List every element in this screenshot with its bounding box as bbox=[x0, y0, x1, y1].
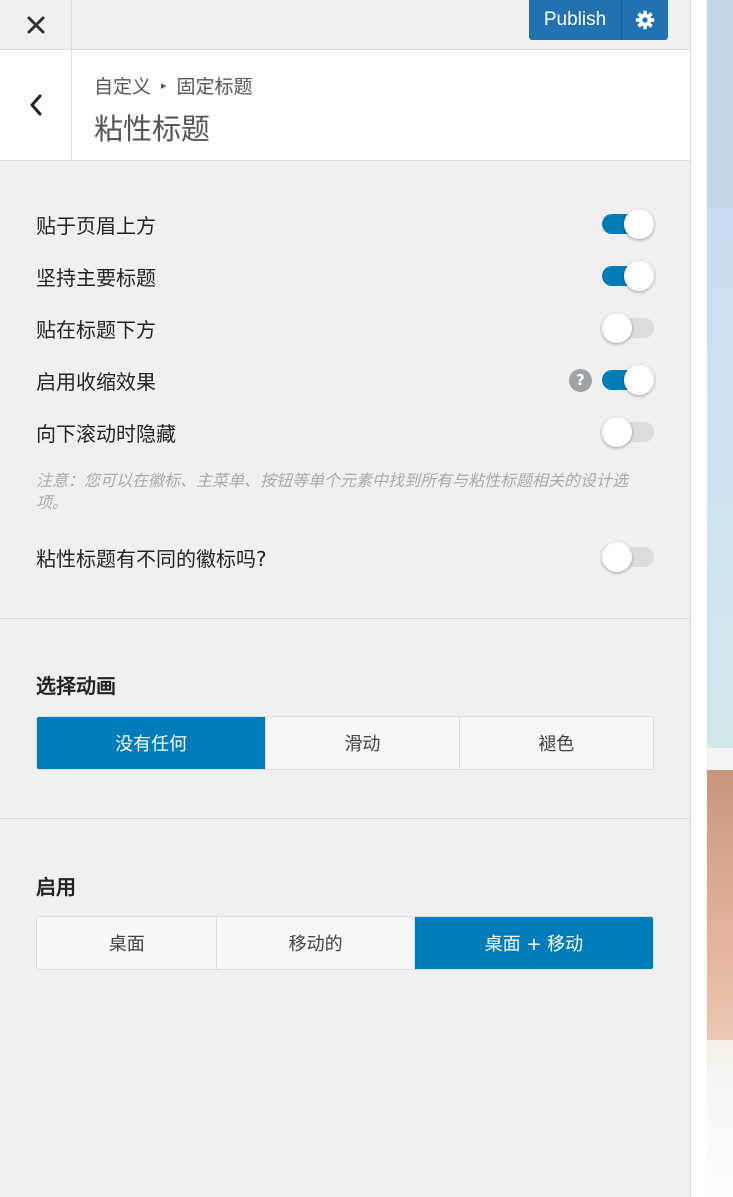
breadcrumb-separator-icon: ▸ bbox=[161, 79, 167, 92]
toggle-label: 启用收缩效果 bbox=[36, 369, 156, 394]
back-button[interactable] bbox=[0, 50, 72, 160]
publish-settings-button[interactable] bbox=[622, 0, 668, 40]
design-note: 注意：您可以在徽标、主菜单、按钮等单个元素中找到所有与粘性标题相关的设计选项。 bbox=[36, 471, 629, 512]
animation-option-fade[interactable]: 褪色 bbox=[460, 717, 653, 769]
toggle-row: 坚持主要标题 bbox=[36, 261, 654, 291]
divider bbox=[0, 618, 690, 619]
animation-option-slide[interactable]: 滑动 bbox=[266, 717, 460, 769]
gear-icon bbox=[635, 10, 655, 30]
section-header: 自定义 ▸ 固定标题 粘性标题 bbox=[0, 50, 690, 161]
help-icon[interactable]: ? bbox=[569, 368, 592, 392]
animation-option-none[interactable]: 没有任何 bbox=[37, 717, 267, 769]
chevron-left-icon bbox=[30, 94, 41, 116]
toggle-row: 贴于页眉上方 bbox=[36, 209, 654, 239]
toggle-row: 向下滚动时隐藏 bbox=[36, 417, 654, 447]
device-option-desktop-mobile[interactable]: 桌面 + 移动 bbox=[414, 917, 653, 969]
toggle-switch[interactable] bbox=[602, 261, 654, 291]
breadcrumb-item: 固定标题 bbox=[176, 76, 253, 98]
page-title: 粘性标题 bbox=[94, 112, 211, 146]
toggle-switch[interactable] bbox=[602, 365, 654, 395]
customizer-sidebar: Publish 自定义 ▸ 固定标题 粘性标题 贴于页眉上方 坚持主要标题 贴在… bbox=[0, 0, 691, 1197]
toggle-switch[interactable] bbox=[602, 313, 654, 343]
toggle-label: 坚持主要标题 bbox=[36, 265, 156, 290]
toggle-row: 粘性标题有不同的徽标吗? bbox=[36, 542, 654, 572]
toggle-switch[interactable] bbox=[602, 542, 654, 572]
breadcrumb: 自定义 ▸ 固定标题 bbox=[94, 72, 253, 99]
breadcrumb-item: 自定义 bbox=[94, 76, 152, 98]
toggle-label: 贴于页眉上方 bbox=[36, 213, 156, 238]
animation-title: 选择动画 bbox=[36, 674, 116, 698]
enable-on-title: 启用 bbox=[36, 875, 76, 899]
device-option-desktop[interactable]: 桌面 bbox=[37, 917, 218, 969]
divider bbox=[0, 818, 690, 819]
publish-group: Publish bbox=[529, 0, 668, 40]
toggle-switch[interactable] bbox=[602, 417, 654, 447]
device-option-mobile[interactable]: 移动的 bbox=[217, 917, 415, 969]
toggle-label: 粘性标题有不同的徽标吗? bbox=[36, 546, 267, 571]
toggle-row: 贴在标题下方 bbox=[36, 313, 654, 343]
toggle-row: 启用收缩效果 ? bbox=[36, 365, 654, 395]
close-button[interactable] bbox=[0, 0, 72, 50]
toggle-label: 向下滚动时隐藏 bbox=[36, 421, 176, 446]
device-selector: 桌面 移动的 桌面 + 移动 bbox=[36, 916, 654, 970]
toggle-label: 贴在标题下方 bbox=[36, 317, 156, 342]
toggle-switch[interactable] bbox=[602, 209, 654, 239]
animation-selector: 没有任何 滑动 褪色 bbox=[36, 716, 654, 770]
customizer-topbar: Publish bbox=[0, 0, 690, 50]
publish-button[interactable]: Publish bbox=[529, 0, 622, 40]
site-preview[interactable] bbox=[707, 0, 733, 1197]
close-icon bbox=[27, 16, 44, 34]
